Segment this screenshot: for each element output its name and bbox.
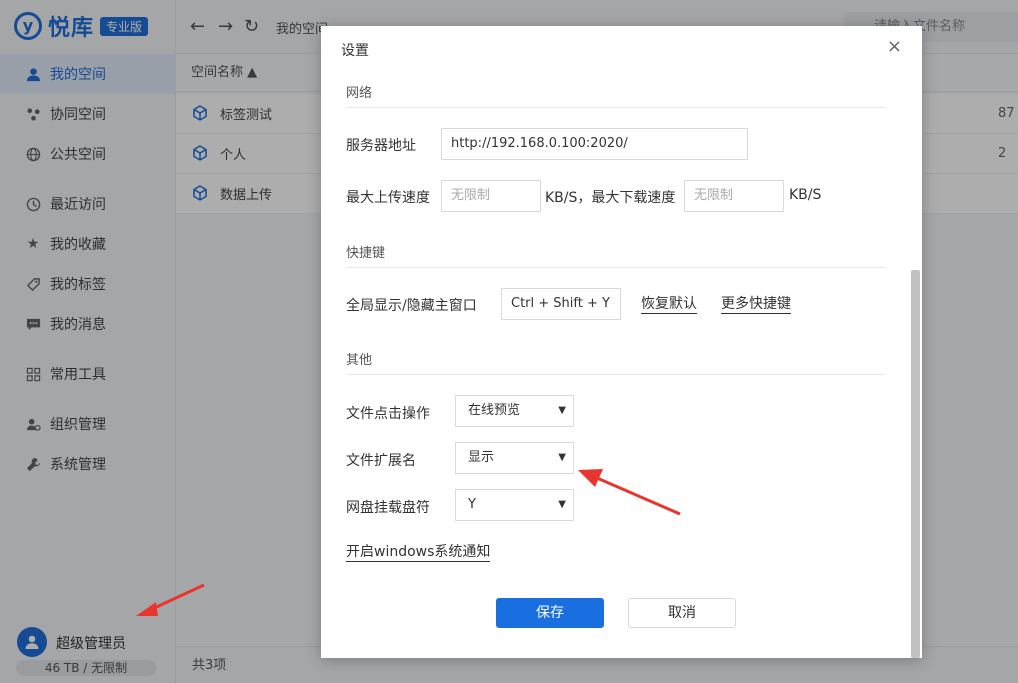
divider [346, 374, 886, 375]
section-other-title: 其他 [346, 353, 373, 368]
save-button[interactable]: 保存 [496, 598, 604, 628]
drive-letter-label: 网盘挂载盘符 [346, 500, 430, 516]
file-extension-label: 文件扩展名 [346, 453, 416, 469]
settings-dialog: 设置 × 网络 服务器地址 http://192.168.0.100:2020/… [321, 26, 922, 658]
file-click-label: 文件点击操作 [346, 406, 430, 422]
toggle-window-label: 全局显示/隐藏主窗口 [346, 298, 477, 314]
upload-unit-label: KB/S，最大下载速度 [545, 190, 676, 206]
chevron-down-icon: ▼ [558, 499, 566, 510]
scrollbar[interactable] [911, 270, 920, 658]
server-address-input[interactable]: http://192.168.0.100:2020/ [441, 128, 748, 160]
drive-letter-value: Y [468, 497, 476, 512]
chevron-down-icon: ▼ [558, 405, 566, 416]
restore-default-link[interactable]: 恢复默认 [641, 296, 697, 314]
shortcut-input[interactable]: Ctrl + Shift + Y [501, 288, 621, 320]
dialog-title: 设置 [341, 43, 369, 59]
max-upload-input[interactable]: 无限制 [441, 180, 541, 212]
windows-notification-link[interactable]: 开启windows系统通知 [346, 544, 491, 562]
file-extension-select[interactable]: 显示 ▼ [455, 442, 574, 474]
divider [346, 107, 886, 108]
drive-letter-select[interactable]: Y ▼ [455, 489, 574, 521]
annotation-arrow-user [136, 583, 205, 616]
server-address-label: 服务器地址 [346, 138, 416, 154]
close-icon[interactable]: × [887, 36, 902, 57]
file-click-value: 在线预览 [468, 403, 521, 418]
max-download-input[interactable]: 无限制 [684, 180, 784, 212]
cancel-button[interactable]: 取消 [628, 598, 736, 628]
annotation-arrow-extension [578, 469, 681, 516]
section-shortcuts-title: 快捷键 [346, 246, 386, 261]
max-upload-label: 最大上传速度 [346, 190, 430, 206]
download-unit-label: KB/S [789, 187, 822, 203]
divider [346, 267, 886, 268]
file-click-select[interactable]: 在线预览 ▼ [455, 395, 574, 427]
chevron-down-icon: ▼ [558, 452, 566, 463]
more-shortcuts-link[interactable]: 更多快捷键 [721, 296, 791, 314]
section-network-title: 网络 [346, 86, 373, 101]
file-extension-value: 显示 [468, 450, 495, 465]
